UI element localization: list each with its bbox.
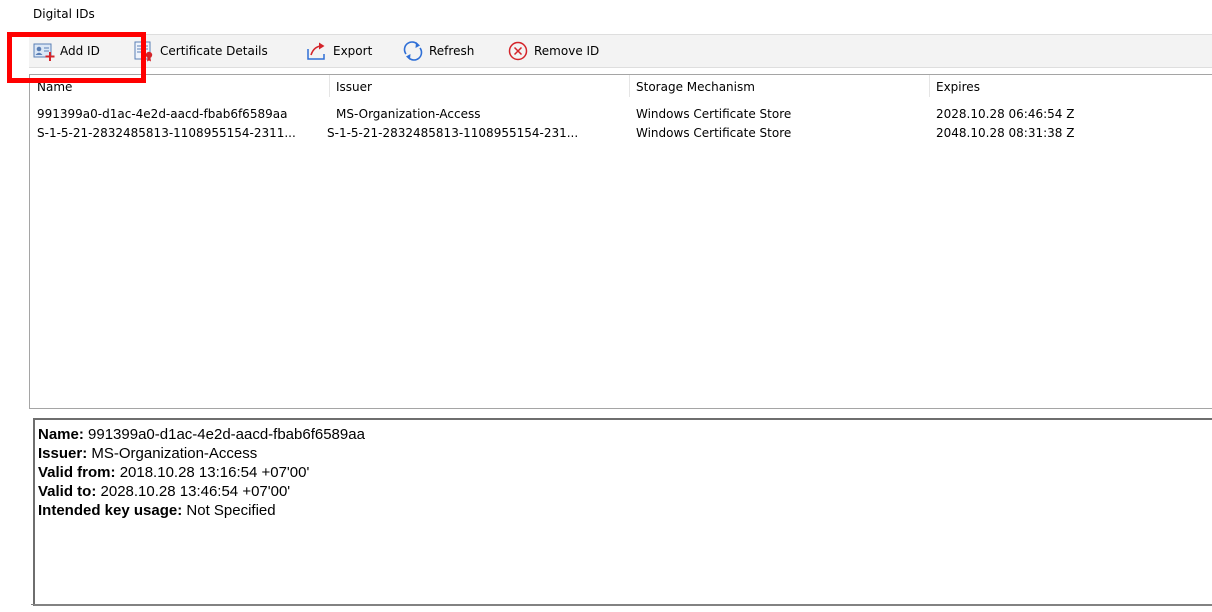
window-title: Digital IDs bbox=[33, 7, 95, 21]
certificate-details-button[interactable]: Certificate Details bbox=[133, 35, 268, 67]
certificate-details-icon bbox=[133, 40, 155, 62]
detail-label: Name: bbox=[38, 426, 84, 443]
add-id-icon bbox=[33, 40, 55, 62]
export-icon bbox=[306, 40, 328, 62]
cell-expires: 2028.10.28 06:46:54 Z bbox=[936, 107, 1075, 121]
digital-id-list[interactable]: Name Issuer Storage Mechanism Expires 99… bbox=[29, 74, 1212, 409]
cell-name: 991399a0-d1ac-4e2d-aacd-fbab6f6589aa bbox=[37, 107, 288, 121]
detail-label: Issuer: bbox=[38, 445, 88, 462]
detail-value: 991399a0-d1ac-4e2d-aacd-fbab6f6589aa bbox=[88, 426, 365, 443]
detail-valid-from: Valid from: 2018.10.28 13:16:54 +07'00' bbox=[38, 463, 1212, 482]
panel-bottom-border bbox=[31, 604, 1212, 605]
remove-id-button[interactable]: Remove ID bbox=[507, 35, 599, 67]
detail-name: Name: 991399a0-d1ac-4e2d-aacd-fbab6f6589… bbox=[38, 425, 1212, 444]
detail-value: MS-Organization-Access bbox=[91, 445, 258, 462]
certificate-details-label: Certificate Details bbox=[160, 44, 268, 58]
certificate-details-panel: Name: 991399a0-d1ac-4e2d-aacd-fbab6f6589… bbox=[33, 418, 1212, 606]
cell-issuer: S-1-5-21-2832485813-1108955154-231... bbox=[327, 126, 579, 140]
export-label: Export bbox=[333, 44, 373, 58]
cell-storage: Windows Certificate Store bbox=[636, 126, 792, 140]
toolbar: Add ID Certificate Details Export Refres… bbox=[29, 34, 1212, 68]
column-header-storage[interactable]: Storage Mechanism bbox=[636, 80, 755, 94]
cell-storage: Windows Certificate Store bbox=[636, 107, 792, 121]
remove-id-icon bbox=[507, 40, 529, 62]
detail-issuer: Issuer: MS-Organization-Access bbox=[38, 444, 1212, 463]
add-id-button[interactable]: Add ID bbox=[33, 35, 100, 67]
detail-valid-to: Valid to: 2028.10.28 13:46:54 +07'00' bbox=[38, 482, 1212, 501]
add-id-label: Add ID bbox=[60, 44, 100, 58]
detail-value: 2028.10.28 13:46:54 +07'00' bbox=[100, 483, 291, 500]
column-divider[interactable] bbox=[329, 75, 330, 97]
export-button[interactable]: Export bbox=[306, 35, 372, 67]
column-header-expires[interactable]: Expires bbox=[936, 80, 980, 94]
refresh-icon bbox=[402, 40, 424, 62]
list-header: Name Issuer Storage Mechanism Expires bbox=[30, 75, 1212, 97]
remove-id-label: Remove ID bbox=[534, 44, 600, 58]
cell-issuer: MS-Organization-Access bbox=[336, 107, 481, 121]
refresh-button[interactable]: Refresh bbox=[402, 35, 474, 67]
detail-value: 2018.10.28 13:16:54 +07'00' bbox=[119, 464, 310, 481]
column-header-name[interactable]: Name bbox=[37, 80, 72, 94]
detail-label: Intended key usage: bbox=[38, 502, 183, 519]
refresh-label: Refresh bbox=[429, 44, 475, 58]
detail-label: Valid from: bbox=[38, 464, 116, 481]
column-divider[interactable] bbox=[929, 75, 930, 97]
cell-expires: 2048.10.28 08:31:38 Z bbox=[936, 126, 1075, 140]
detail-value: Not Specified bbox=[186, 502, 276, 519]
column-divider[interactable] bbox=[629, 75, 630, 97]
table-row[interactable]: 991399a0-d1ac-4e2d-aacd-fbab6f6589aa MS-… bbox=[30, 106, 1212, 125]
detail-key-usage: Intended key usage: Not Specified bbox=[38, 501, 1212, 520]
cell-name: S-1-5-21-2832485813-1108955154-2311... bbox=[37, 126, 296, 140]
table-row[interactable]: S-1-5-21-2832485813-1108955154-2311... S… bbox=[30, 125, 1212, 144]
detail-label: Valid to: bbox=[38, 483, 97, 500]
column-header-issuer[interactable]: Issuer bbox=[336, 80, 372, 94]
